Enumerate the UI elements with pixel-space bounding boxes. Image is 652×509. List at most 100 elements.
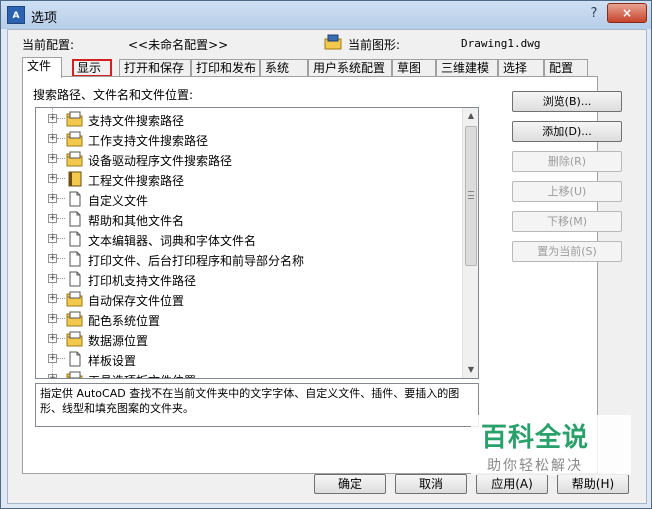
scroll-down-icon[interactable]: ▼ — [463, 362, 478, 378]
options-dialog: A 选项 ? × 当前配置: <<未命名配置>> 当前图形: Drawing1.… — [0, 0, 652, 509]
expand-icon[interactable]: + — [48, 154, 57, 163]
folder-stack-icon — [66, 111, 83, 127]
move-up-button[interactable]: 上移(U) — [512, 181, 622, 202]
tree-item-label: 数据源位置 — [88, 334, 149, 348]
drawing-label: 当前图形: — [348, 38, 401, 52]
document-icon — [69, 271, 81, 287]
tab-system[interactable]: 系统 — [260, 59, 308, 77]
tree-item-label: 支持文件搜索路径 — [88, 114, 185, 128]
expand-icon[interactable]: + — [48, 174, 57, 183]
folder-stack-icon — [66, 371, 83, 378]
expand-icon[interactable]: + — [48, 194, 57, 203]
tree-connector — [57, 298, 65, 299]
tree-item-label: 配色系统位置 — [88, 314, 161, 328]
tab-files[interactable]: 文件 — [22, 57, 62, 78]
tree-scrollbar[interactable]: ▲ ▼ — [462, 108, 478, 378]
tab-profiles[interactable]: 配置 — [544, 59, 588, 77]
description-text: 指定供 AutoCAD 查找不在当前文件夹中的文字字体、自定义文件、插件、要插入… — [40, 387, 460, 415]
tab-plot-publish[interactable]: 打印和发布 — [191, 59, 260, 77]
document-icon — [69, 251, 81, 267]
tree-item[interactable]: + 自动保存文件位置 — [36, 289, 464, 309]
expand-icon[interactable]: + — [48, 314, 57, 323]
search-path-tree[interactable]: + 支持文件搜索路径 + 工作支持文件搜索路径 + 设备驱动程序文件搜索路径 + 工程文件搜索… — [35, 107, 479, 379]
scroll-up-icon[interactable]: ▲ — [463, 108, 478, 124]
tree-connector — [57, 138, 65, 139]
document-icon — [69, 191, 81, 207]
help-icon[interactable]: ? — [581, 4, 607, 24]
expand-icon[interactable]: + — [48, 134, 57, 143]
close-button[interactable]: × — [607, 3, 647, 23]
tree-item-label: 工具选项板文件位置 — [88, 372, 196, 378]
tree-item[interactable]: + 工具选项板文件位置 — [36, 369, 464, 378]
tree-connector — [57, 178, 65, 179]
tree-item[interactable]: + 工程文件搜索路径 — [36, 169, 464, 189]
tree-item-label: 工程文件搜索路径 — [88, 174, 185, 188]
watermark-title: 百科全说 — [481, 423, 590, 453]
tree-item-label: 自动保存文件位置 — [88, 294, 185, 308]
tree-item[interactable]: + 打印机支持文件路径 — [36, 269, 464, 289]
cancel-button[interactable]: 取消 — [395, 474, 467, 494]
folder-stack-icon — [66, 131, 83, 147]
folder-stack-icon — [66, 291, 83, 307]
tree-connector — [57, 118, 65, 119]
tree-item[interactable]: + 设备驱动程序文件搜索路径 — [36, 149, 464, 169]
tree-item[interactable]: + 工作支持文件搜索路径 — [36, 129, 464, 149]
tree-item[interactable]: + 样板设置 — [36, 349, 464, 369]
tab-user-preferences[interactable]: 用户系统配置 — [308, 59, 392, 77]
folder-stack-icon — [66, 311, 83, 327]
expand-icon[interactable]: + — [48, 354, 57, 363]
expand-icon[interactable]: + — [48, 334, 57, 343]
tree-item[interactable]: + 自定义文件 — [36, 189, 464, 209]
watermark-subtitle: 助你轻松解决 — [487, 458, 583, 474]
tree-item[interactable]: + 数据源位置 — [36, 329, 464, 349]
scroll-thumb[interactable] — [465, 126, 477, 266]
tree-item-label: 打印文件、后台打印程序和前导部分名称 — [88, 254, 305, 268]
tab-display[interactable]: 显示 — [72, 59, 112, 77]
document-icon — [69, 211, 81, 227]
tab-drafting[interactable]: 草图 — [392, 59, 436, 77]
expand-icon[interactable]: + — [48, 114, 57, 123]
description-box: 指定供 AutoCAD 查找不在当前文件夹中的文字字体、自定义文件、插件、要插入… — [35, 383, 479, 427]
add-button[interactable]: 添加(D)... — [512, 121, 622, 142]
tree-connector — [57, 218, 65, 219]
apply-button[interactable]: 应用(A) — [476, 474, 548, 494]
autocad-app-icon: A — [7, 6, 25, 24]
move-down-button[interactable]: 下移(M) — [512, 211, 622, 232]
tree-item-label: 样板设置 — [88, 354, 137, 368]
tree-item-label: 工作支持文件搜索路径 — [88, 134, 209, 148]
tree-item-label: 打印机支持文件路径 — [88, 274, 197, 288]
document-icon — [69, 351, 81, 367]
tree-connector — [57, 158, 65, 159]
tree-item[interactable]: + 文本编辑器、词典和字体文件名 — [36, 229, 464, 249]
expand-icon[interactable]: + — [48, 294, 57, 303]
browse-button[interactable]: 浏览(B)... — [512, 91, 622, 112]
document-icon — [69, 231, 81, 247]
set-current-button[interactable]: 置为当前(S) — [512, 241, 622, 262]
expand-icon[interactable]: + — [48, 374, 57, 378]
tree-connector — [57, 198, 65, 199]
drawing-file-icon — [324, 34, 342, 50]
tree-item[interactable]: + 支持文件搜索路径 — [36, 109, 464, 129]
ok-button[interactable]: 确定 — [314, 474, 386, 494]
tab-3d-modeling[interactable]: 三维建模 — [436, 59, 498, 77]
expand-icon[interactable]: + — [48, 214, 57, 223]
tree-connector — [57, 338, 65, 339]
folder-stack-icon — [66, 151, 83, 167]
tree-item[interactable]: + 配色系统位置 — [36, 309, 464, 329]
tree-item-label: 自定义文件 — [88, 194, 149, 208]
help-button[interactable]: 帮助(H) — [557, 474, 629, 494]
title-bar[interactable]: A 选项 ? × — [1, 1, 651, 29]
remove-button[interactable]: 删除(R) — [512, 151, 622, 172]
expand-icon[interactable]: + — [48, 274, 57, 283]
tree-item[interactable]: + 帮助和其他文件名 — [36, 209, 464, 229]
tree-item[interactable]: + 打印文件、后台打印程序和前导部分名称 — [36, 249, 464, 269]
profile-value: <<未命名配置>> — [128, 38, 229, 52]
expand-icon[interactable]: + — [48, 254, 57, 263]
expand-icon[interactable]: + — [48, 234, 57, 243]
tab-open-save[interactable]: 打开和保存 — [119, 59, 191, 77]
watermark: 百科全说 助你轻松解决 — [471, 415, 631, 475]
profile-label: 当前配置: — [22, 38, 75, 52]
tree-connector — [57, 318, 65, 319]
tree-item-label: 设备驱动程序文件搜索路径 — [88, 154, 233, 168]
tab-selection[interactable]: 选择 — [498, 59, 544, 77]
